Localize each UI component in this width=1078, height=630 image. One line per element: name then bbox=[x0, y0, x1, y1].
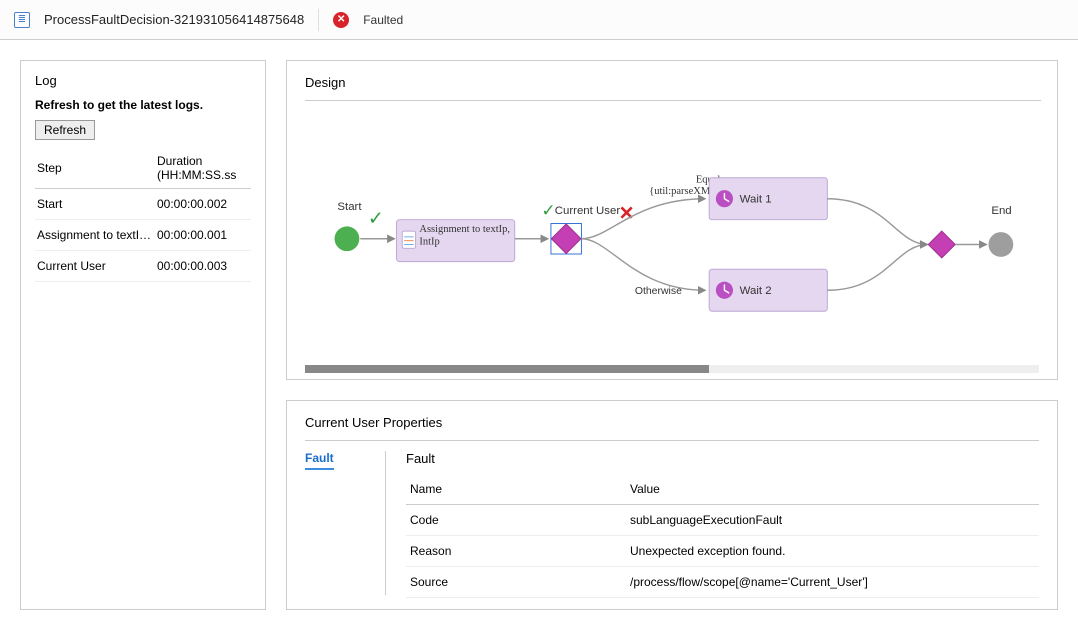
error-icon: ✕ bbox=[333, 12, 349, 28]
node-assignment-label: Assignment to textIp, IntIp bbox=[419, 224, 511, 249]
log-dur: 00:00:00.002 bbox=[155, 189, 251, 220]
fault-value: subLanguageExecutionFault bbox=[626, 505, 1039, 535]
log-dur: 00:00:00.001 bbox=[155, 220, 251, 251]
design-panel: Design Start ✓ bbox=[286, 60, 1058, 380]
fault-col-name: Name bbox=[406, 474, 626, 504]
log-step: Start bbox=[35, 189, 155, 220]
log-title: Log bbox=[35, 73, 251, 88]
flow-canvas[interactable]: Start ✓ Assignment to textIp, IntIp bbox=[305, 107, 1039, 361]
log-refresh-message: Refresh to get the latest logs. bbox=[35, 98, 251, 112]
separator bbox=[318, 9, 319, 31]
fault-name: Code bbox=[406, 505, 626, 535]
fault-name: Reason bbox=[406, 536, 626, 566]
fault-row: Reason Unexpected exception found. bbox=[406, 536, 1039, 567]
edge-otherwise-label: Otherwise bbox=[635, 286, 682, 297]
log-step: Current User bbox=[35, 251, 155, 282]
node-wait1-label: Wait 1 bbox=[740, 194, 772, 206]
fault-value: /process/flow/scope[@name='Current_User'… bbox=[626, 567, 1039, 597]
fault-row: Code subLanguageExecutionFault bbox=[406, 505, 1039, 536]
fault-col-value: Value bbox=[626, 474, 1039, 504]
fault-row: Source /process/flow/scope[@name='Curren… bbox=[406, 567, 1039, 598]
node-end[interactable] bbox=[988, 232, 1013, 257]
node-merge[interactable] bbox=[928, 231, 955, 258]
check-icon: ✓ bbox=[368, 208, 384, 229]
log-row[interactable]: Current User 00:00:00.003 bbox=[35, 251, 251, 282]
header-bar: ≣ ProcessFaultDecision-32193105641487564… bbox=[0, 0, 1078, 40]
refresh-button[interactable]: Refresh bbox=[35, 120, 95, 140]
log-step: Assignment to textIp, In... bbox=[35, 220, 155, 251]
scrollbar-thumb[interactable] bbox=[305, 365, 709, 373]
status-badge: Faulted bbox=[363, 13, 403, 27]
tab-fault[interactable]: Fault bbox=[305, 451, 334, 470]
check-icon: ✓ bbox=[541, 200, 555, 220]
properties-panel: Current User Properties Fault Fault Name… bbox=[286, 400, 1058, 610]
process-icon: ≣ bbox=[14, 12, 30, 28]
log-table: Step Duration (HH:MM:SS.ss Start 00:00:0… bbox=[35, 150, 251, 282]
design-title: Design bbox=[305, 75, 1041, 101]
log-dur: 00:00:00.003 bbox=[155, 251, 251, 282]
properties-title: Current User Properties bbox=[305, 415, 1039, 441]
node-start[interactable] bbox=[335, 226, 360, 251]
properties-tabs: Fault bbox=[305, 451, 365, 595]
fault-name: Source bbox=[406, 567, 626, 597]
fault-value: Unexpected exception found. bbox=[626, 536, 1039, 566]
canvas-scrollbar[interactable] bbox=[305, 365, 1039, 373]
log-col-step: Step bbox=[35, 150, 155, 189]
fault-section-title: Fault bbox=[406, 451, 1039, 466]
node-start-label: Start bbox=[337, 201, 362, 213]
log-panel: Log Refresh to get the latest logs. Refr… bbox=[20, 60, 266, 610]
page-title: ProcessFaultDecision-321931056414875648 bbox=[44, 12, 304, 27]
log-row[interactable]: Start 00:00:00.002 bbox=[35, 189, 251, 220]
node-wait2-label: Wait 2 bbox=[740, 285, 772, 297]
log-row[interactable]: Assignment to textIp, In... 00:00:00.001 bbox=[35, 220, 251, 251]
node-end-label: End bbox=[991, 205, 1011, 217]
node-decision[interactable] bbox=[551, 224, 581, 254]
log-col-duration: Duration (HH:MM:SS.ss bbox=[155, 150, 251, 189]
node-current-user-label: Current User bbox=[555, 205, 621, 217]
